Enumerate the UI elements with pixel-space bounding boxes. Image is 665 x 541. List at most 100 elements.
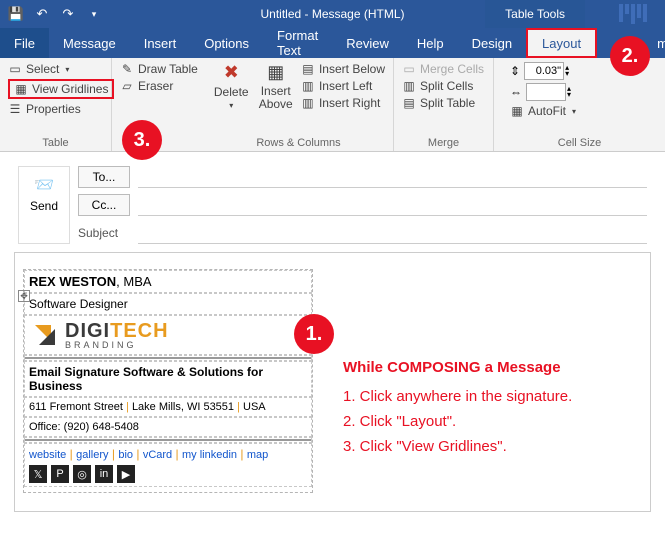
split-cells-icon: ▥ [402, 79, 416, 93]
signature-title-row[interactable]: Software Designer [24, 293, 312, 315]
tab-help[interactable]: Help [403, 28, 458, 58]
stepper-icon[interactable]: ▴▾ [567, 86, 571, 97]
stepper-icon[interactable]: ▴▾ [565, 65, 569, 76]
decorative-stripes [619, 4, 647, 24]
signature-table[interactable]: REX WESTON, MBA Software Designer DIGITE… [23, 269, 313, 493]
pinterest-icon[interactable]: P [51, 465, 69, 483]
group-label-merge: Merge [402, 135, 485, 149]
autofit-button[interactable]: ▦AutoFit▾ [510, 104, 657, 118]
split-table-icon: ▤ [402, 96, 416, 110]
titlebar: 💾 ↶ ↷ ▾ Untitled - Message (HTML) Table … [0, 0, 665, 28]
send-button[interactable]: 📨 Send [18, 166, 70, 244]
annotation-circle-1: 1. [294, 314, 334, 354]
menubar: File Message Insert Options Format Text … [0, 28, 665, 58]
link-linkedin[interactable]: my linkedin [182, 449, 237, 461]
compose-header: 📨 Send To... Cc... Subject [0, 152, 665, 244]
youtube-icon[interactable]: ▶ [117, 465, 135, 483]
view-gridlines-button[interactable]: ▦View Gridlines [8, 79, 114, 99]
group-label-cellsize: Cell Size [502, 135, 657, 149]
undo-icon[interactable]: ↶ [32, 4, 52, 24]
col-width-input[interactable]: ⇔ ▴▾ [510, 83, 657, 101]
callout-heading: While COMPOSING a Message [343, 359, 632, 376]
tab-review[interactable]: Review [332, 28, 403, 58]
tab-options[interactable]: Options [190, 28, 263, 58]
row-height-icon: ⇕ [510, 64, 520, 78]
merge-icon: ▭ [402, 62, 416, 76]
col-width-icon: ⇔ [510, 85, 522, 99]
select-button[interactable]: ▭Select▾ [8, 62, 114, 76]
cc-field[interactable] [138, 194, 647, 216]
send-icon: 📨 [34, 175, 54, 195]
instagram-icon[interactable]: ◎ [73, 465, 91, 483]
link-gallery[interactable]: gallery [76, 449, 108, 461]
tab-file[interactable]: File [0, 28, 49, 58]
col-width-field[interactable] [526, 83, 566, 101]
cc-button[interactable]: Cc... [78, 194, 130, 216]
link-vcard[interactable]: vCard [143, 449, 172, 461]
chevron-down-icon: ▾ [572, 107, 576, 116]
qat-dropdown-icon[interactable]: ▾ [84, 4, 104, 24]
window-title: Untitled - Message (HTML) [260, 7, 404, 21]
tab-format-text[interactable]: Format Text [263, 28, 332, 58]
row-height-field[interactable] [524, 62, 564, 80]
context-tab-label: Table Tools [485, 0, 585, 28]
callout-line-3: 3. Click "View Gridlines". [343, 438, 632, 455]
eraser-icon: ▱ [120, 79, 134, 93]
quick-access-toolbar: 💾 ↶ ↷ ▾ [0, 4, 104, 24]
link-bio[interactable]: bio [118, 449, 133, 461]
group-table: ▭Select▾ ▦View Gridlines ☰Properties Tab… [0, 58, 112, 151]
callout-line-2: 2. Click "Layout". [343, 413, 632, 430]
to-button[interactable]: To... [78, 166, 130, 188]
delete-button[interactable]: ✖Delete▾ [212, 62, 250, 135]
twitter-icon[interactable]: 𝕏 [29, 465, 47, 483]
insert-left-button[interactable]: ▥Insert Left [301, 79, 385, 93]
tab-design[interactable]: Design [458, 28, 526, 58]
delete-x-icon: ✖ [224, 62, 239, 83]
group-rows-columns: ✖Delete▾ ▦Insert Above ▤Insert Below ▥In… [204, 58, 394, 151]
annotation-circle-2: 2. [610, 36, 650, 76]
insert-right-icon: ▥ [301, 96, 315, 110]
redo-icon[interactable]: ↷ [58, 4, 78, 24]
properties-button[interactable]: ☰Properties [8, 102, 114, 116]
autofit-icon: ▦ [510, 104, 524, 118]
instruction-callouts: While COMPOSING a Message 1. Click anywh… [343, 269, 632, 493]
ribbon: ▭Select▾ ▦View Gridlines ☰Properties Tab… [0, 58, 665, 152]
logo-mark-icon [29, 319, 61, 351]
insert-below-button[interactable]: ▤Insert Below [301, 62, 385, 76]
subject-field[interactable] [138, 222, 647, 244]
insert-below-icon: ▤ [301, 62, 315, 76]
insert-above-icon: ▦ [267, 62, 284, 83]
tab-layout[interactable]: Layout [526, 28, 597, 58]
group-merge: ▭Merge Cells ▥Split Cells ▤Split Table M… [394, 58, 494, 151]
annotation-circle-3: 3. [122, 120, 162, 160]
merge-cells-button[interactable]: ▭Merge Cells [402, 62, 484, 76]
group-label-table: Table [8, 135, 103, 149]
draw-table-button[interactable]: ✎Draw Table [120, 62, 198, 76]
signature-phone-row[interactable]: Office: (920) 648-5408 [24, 417, 312, 437]
message-body[interactable]: REX WESTON, MBA Software Designer DIGITE… [14, 252, 651, 512]
grid-icon: ▦ [14, 82, 28, 96]
linkedin-icon[interactable]: in [95, 465, 113, 483]
properties-icon: ☰ [8, 102, 22, 116]
link-website[interactable]: website [29, 449, 66, 461]
chevron-down-icon: ▾ [229, 101, 233, 110]
signature-name-row[interactable]: REX WESTON, MBA [24, 270, 312, 293]
group-label-rows-cols: Rows & Columns [212, 135, 385, 149]
tab-insert[interactable]: Insert [130, 28, 191, 58]
eraser-button[interactable]: ▱Eraser [120, 79, 198, 93]
signature-logo-row[interactable]: DIGITECH BRANDING [24, 315, 312, 355]
signature-address-row[interactable]: 611 Fremont Street | Lake Mills, WI 5355… [24, 397, 312, 417]
subject-label: Subject [78, 226, 130, 240]
signature-links-row[interactable]: website | gallery | bio | vCard | my lin… [24, 443, 312, 487]
insert-right-button[interactable]: ▥Insert Right [301, 96, 385, 110]
to-field[interactable] [138, 166, 647, 188]
link-map[interactable]: map [247, 449, 268, 461]
cursor-icon: ▭ [8, 62, 22, 76]
signature-tagline-row[interactable]: Email Signature Software & Solutions for… [24, 361, 312, 397]
insert-above-button[interactable]: ▦Insert Above [256, 62, 294, 135]
split-cells-button[interactable]: ▥Split Cells [402, 79, 484, 93]
tab-message[interactable]: Message [49, 28, 130, 58]
save-icon[interactable]: 💾 [6, 4, 26, 24]
split-table-button[interactable]: ▤Split Table [402, 96, 484, 110]
table-move-handle-icon[interactable]: ✥ [18, 290, 30, 302]
